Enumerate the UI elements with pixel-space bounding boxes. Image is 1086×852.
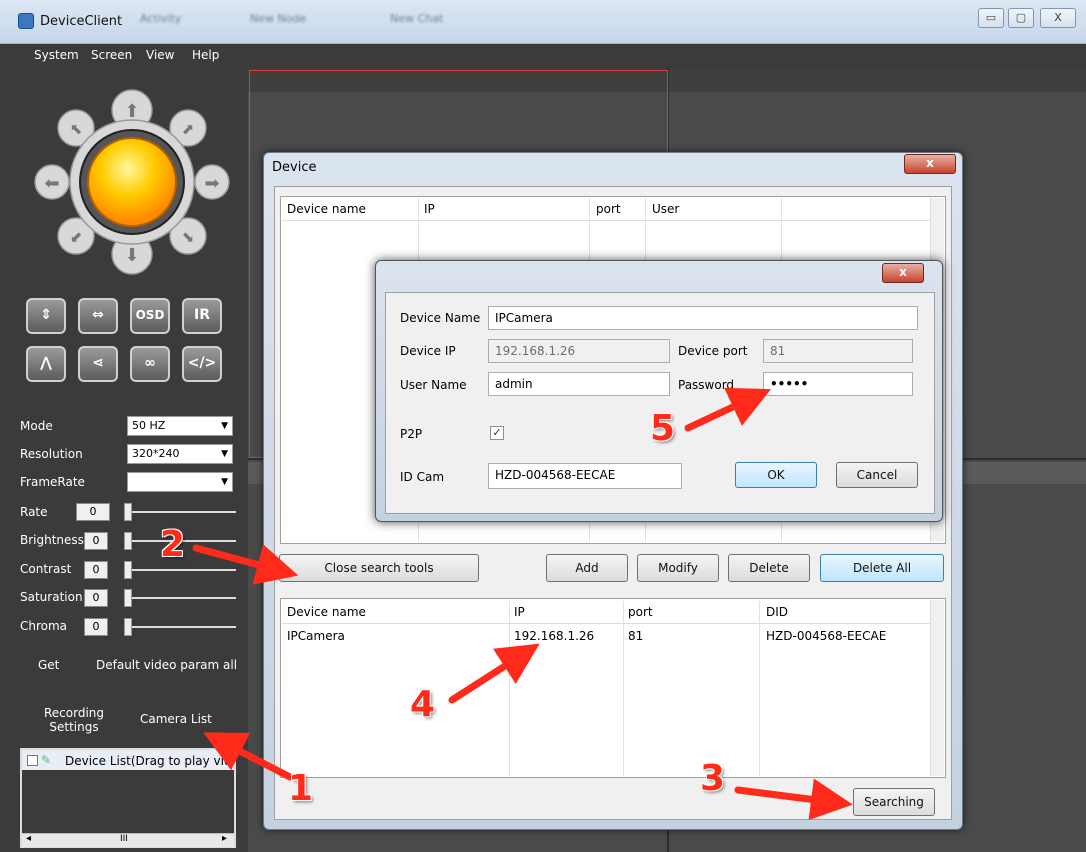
annotation-step-1: 1 xyxy=(288,768,314,809)
annotation-arrows xyxy=(192,387,853,821)
annotation-arrow-3 xyxy=(734,778,853,821)
annotation-step-3: 3 xyxy=(700,758,726,799)
annotation-arrow-5 xyxy=(684,387,772,432)
annotation-step-2: 2 xyxy=(160,524,186,565)
annotation-arrow-2 xyxy=(192,544,299,585)
annotation-arrow-1 xyxy=(203,732,294,781)
annotation-arrow-4 xyxy=(448,643,540,704)
annotation-step-5: 5 xyxy=(650,408,676,449)
annotation-step-4: 4 xyxy=(410,684,436,725)
